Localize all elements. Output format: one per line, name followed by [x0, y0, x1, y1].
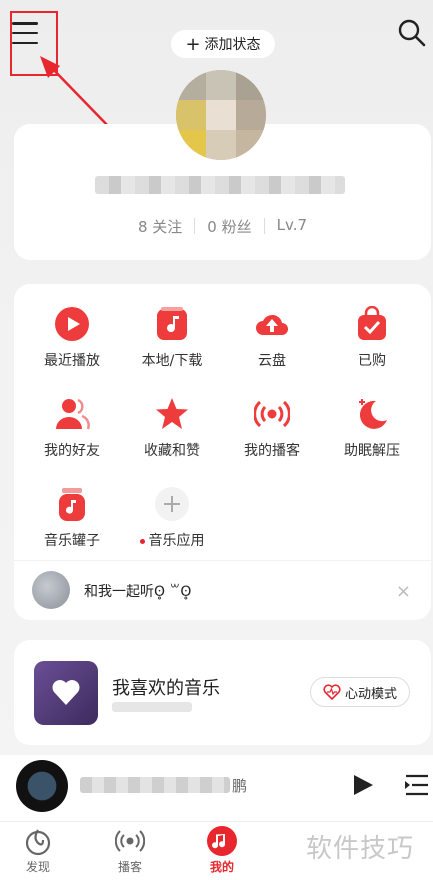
level-badge[interactable]: Lv.7: [277, 216, 307, 237]
liked-music-subtitle-blurred: [112, 702, 192, 712]
grid-item-music-apps[interactable]: 音乐应用: [122, 486, 222, 550]
search-icon[interactable]: [397, 18, 427, 48]
playlist-icon[interactable]: [404, 773, 430, 797]
grid-item-friends[interactable]: 我的好友: [22, 396, 122, 460]
liked-music-card[interactable]: 我喜欢的音乐 心动模式: [14, 640, 431, 745]
plus-icon: +: [185, 33, 201, 55]
grid-item-my-podcast[interactable]: 我的播客: [222, 396, 322, 460]
song-title-blurred: [80, 777, 230, 793]
listen-together-row[interactable]: 和我一起听ʘ̥ ꒳ʘ̥ ×: [14, 560, 431, 620]
listen-avatar: [32, 571, 70, 609]
tab-podcast[interactable]: 播客: [100, 826, 160, 875]
grid-item-local-download[interactable]: 本地/下载: [122, 306, 222, 370]
notification-dot: [139, 538, 145, 544]
bottom-tab-bar: 发现 播客 我的 软件技巧: [0, 821, 433, 880]
divider: [263, 218, 265, 234]
watermark: 软件技巧: [306, 834, 415, 864]
tab-discover[interactable]: 发现: [8, 826, 68, 875]
listen-together-text: 和我一起听ʘ̥ ꒳ʘ̥: [84, 584, 192, 600]
grid-item-sleep-relax[interactable]: 助眠解压: [322, 396, 422, 460]
music-note-icon: [157, 307, 187, 340]
podcast-icon: [115, 830, 145, 852]
cloud-upload-icon: [256, 314, 288, 335]
grid-item-recent-play[interactable]: 最近播放: [22, 306, 122, 370]
friends-icon: [56, 398, 90, 430]
album-disc[interactable]: [16, 760, 68, 812]
play-circle-icon: [55, 307, 89, 341]
add-status-button[interactable]: + 添加状态: [171, 30, 275, 58]
music-note-icon: [207, 826, 237, 856]
add-icon: [155, 487, 189, 521]
discover-icon: [25, 829, 51, 856]
heart-mode-button[interactable]: 心动模式: [310, 677, 410, 707]
song-artist: 鹏: [232, 777, 248, 795]
grid-item-collect-like[interactable]: 收藏和赞: [122, 396, 222, 460]
close-icon[interactable]: ×: [396, 581, 411, 602]
playlist-cover: [34, 661, 98, 725]
mini-player[interactable]: 鹏: [0, 755, 433, 821]
grid-item-music-jar[interactable]: 音乐罐子: [22, 486, 122, 550]
divider: [194, 218, 196, 234]
grid-item-cloud-disk[interactable]: 云盘: [222, 306, 322, 370]
add-status-label: 添加状态: [204, 37, 261, 53]
username-blurred: [95, 176, 345, 194]
avatar[interactable]: [176, 70, 266, 160]
following-stat[interactable]: 8 关注: [138, 216, 182, 237]
followers-stat[interactable]: 0 粉丝: [207, 216, 251, 237]
heartbeat-icon: [323, 684, 341, 700]
star-icon: [156, 398, 188, 429]
shopping-bag-icon: [358, 306, 386, 340]
podcast-icon: [254, 400, 290, 428]
grid-item-purchased[interactable]: 已购: [322, 306, 422, 370]
play-icon[interactable]: [352, 773, 374, 797]
profile-stats: 8 关注 0 粉丝 Lv.7: [14, 216, 431, 237]
tab-mine[interactable]: 我的: [192, 826, 252, 875]
moon-icon: [359, 399, 387, 429]
liked-music-title: 我喜欢的音乐: [112, 678, 220, 699]
heart-icon: [52, 680, 80, 705]
music-jar-icon: [59, 488, 85, 521]
